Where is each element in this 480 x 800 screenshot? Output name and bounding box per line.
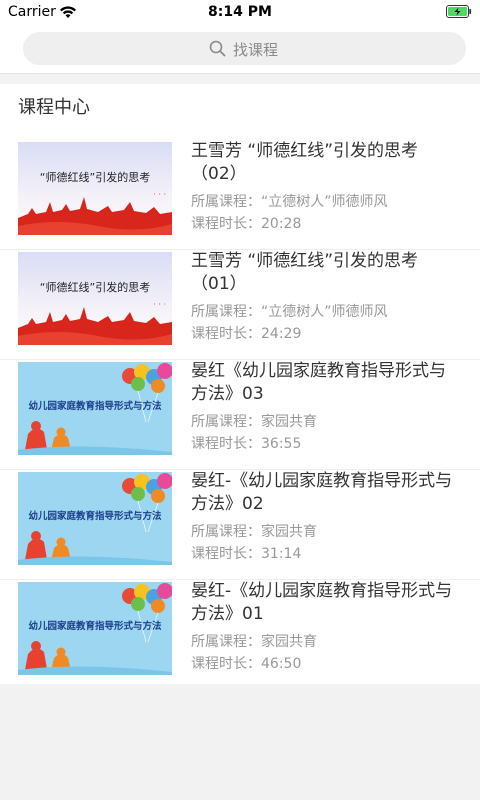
course-category-label: 所属课程：: [191, 524, 261, 540]
course-thumbnail: 幼儿园家庭教育指导形式与方法: [18, 582, 172, 675]
status-bar: Carrier 8:14 PM: [0, 0, 480, 26]
course-duration-label: 课程时长：: [191, 326, 261, 342]
thumbnail-text: “师德红线”引发的思考: [40, 280, 150, 294]
battery-charging-icon: [446, 5, 472, 22]
course-duration-value: 31:14: [261, 546, 302, 562]
course-category: 所属课程：“立德树人”师德师风: [191, 301, 388, 321]
search-input[interactable]: 找课程: [23, 32, 466, 65]
course-category: 所属课程：家园共育: [191, 521, 317, 541]
search-header: 找课程: [0, 26, 480, 74]
course-list-item[interactable]: “师德红线”引发的思考 · · · 王雪芳 “师德红线”引发的思考（02） 所属…: [0, 140, 480, 250]
svg-text:· · ·: · · ·: [153, 300, 166, 309]
course-title: 王雪芳 “师德红线”引发的思考（01）: [191, 251, 419, 294]
thumbnail-text: 幼儿园家庭教育指导形式与方法: [28, 510, 162, 522]
course-duration: 课程时长：36:55: [191, 433, 301, 453]
svg-text:· · ·: · · ·: [153, 190, 166, 199]
course-title: 晏红《幼儿园家庭教育指导形式与方法》03: [191, 361, 446, 404]
course-category-value: 家园共育: [261, 414, 317, 430]
course-duration-label: 课程时长：: [191, 436, 261, 452]
course-category-value: 家园共育: [261, 524, 317, 540]
course-thumbnail: 幼儿园家庭教育指导形式与方法: [18, 362, 172, 455]
course-duration: 课程时长：46:50: [191, 653, 301, 673]
search-placeholder: 找课程: [233, 41, 279, 59]
course-center-panel: 课程中心 “师德红线”引发的思考 · · · 王雪芳 “师德红线”引发的思考（0…: [0, 84, 480, 690]
status-time: 8:14 PM: [208, 4, 272, 20]
thumbnail-text: 幼儿园家庭教育指导形式与方法: [28, 400, 162, 412]
course-category-label: 所属课程：: [191, 634, 261, 650]
search-icon: [209, 40, 226, 57]
course-duration: 课程时长：24:29: [191, 323, 301, 343]
course-duration-value: 36:55: [261, 436, 302, 452]
course-category: 所属课程：家园共育: [191, 631, 317, 651]
course-duration-label: 课程时长：: [191, 656, 261, 672]
course-title: 晏红-《幼儿园家庭教育指导形式与方法》01: [191, 581, 453, 624]
course-thumbnail: “师德红线”引发的思考 · · ·: [18, 252, 172, 345]
course-category-label: 所属课程：: [191, 414, 261, 430]
course-duration: 课程时长：20:28: [191, 213, 301, 233]
course-list-item[interactable]: 幼儿园家庭教育指导形式与方法 晏红《幼儿园家庭教育指导形式与方法》03 所属课程…: [0, 360, 480, 470]
thumbnail-text: 幼儿园家庭教育指导形式与方法: [28, 620, 162, 632]
course-category: 所属课程：“立德树人”师德师风: [191, 191, 388, 211]
course-duration-label: 课程时长：: [191, 216, 261, 232]
course-list-item[interactable]: 幼儿园家庭教育指导形式与方法 晏红-《幼儿园家庭教育指导形式与方法》02 所属课…: [0, 470, 480, 580]
course-list: “师德红线”引发的思考 · · · 王雪芳 “师德红线”引发的思考（02） 所属…: [0, 140, 480, 690]
course-category-value: “立德树人”师德师风: [261, 194, 388, 210]
course-thumbnail: “师德红线”引发的思考 · · ·: [18, 142, 172, 235]
course-title: 王雪芳 “师德红线”引发的思考（02）: [191, 141, 419, 184]
course-category-label: 所属课程：: [191, 304, 261, 320]
course-duration-value: 20:28: [261, 216, 302, 232]
course-duration-label: 课程时长：: [191, 546, 261, 562]
course-duration: 课程时长：31:14: [191, 543, 301, 563]
course-duration-value: 46:50: [261, 656, 302, 672]
course-thumbnail: 幼儿园家庭教育指导形式与方法: [18, 472, 172, 565]
course-category-value: 家园共育: [261, 634, 317, 650]
thumbnail-text: “师德红线”引发的思考: [40, 170, 150, 184]
course-category: 所属课程：家园共育: [191, 411, 317, 431]
course-list-item[interactable]: “师德红线”引发的思考 · · · 王雪芳 “师德红线”引发的思考（01） 所属…: [0, 250, 480, 360]
course-category-value: “立德树人”师德师风: [261, 304, 388, 320]
course-title: 晏红-《幼儿园家庭教育指导形式与方法》02: [191, 471, 453, 514]
course-duration-value: 24:29: [261, 326, 302, 342]
course-category-label: 所属课程：: [191, 194, 261, 210]
section-title: 课程中心: [18, 97, 90, 118]
course-list-item[interactable]: 幼儿园家庭教育指导形式与方法 晏红-《幼儿园家庭教育指导形式与方法》01 所属课…: [0, 580, 480, 690]
